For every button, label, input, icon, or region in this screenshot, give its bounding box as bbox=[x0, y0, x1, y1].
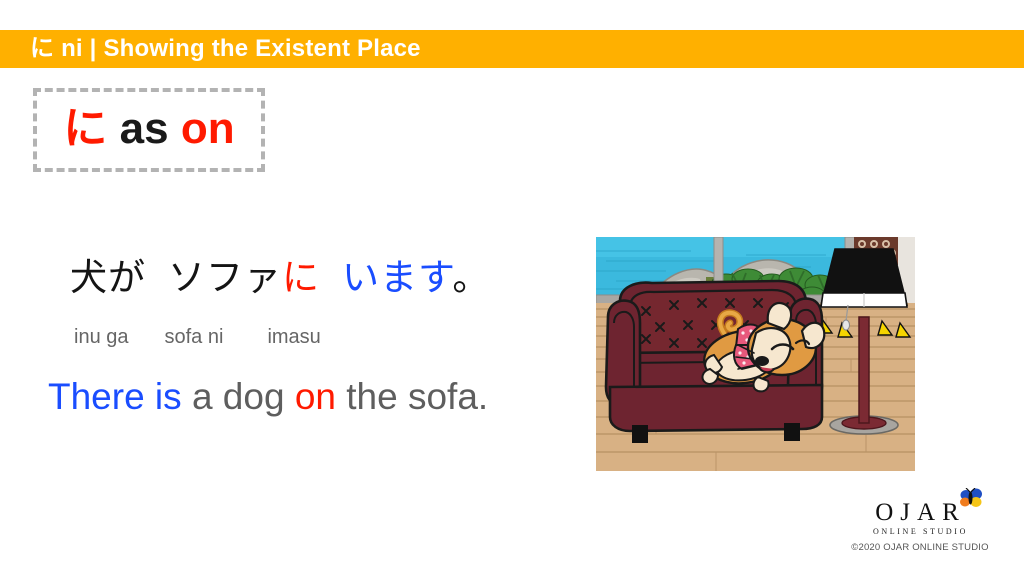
japanese-subject: 犬が bbox=[70, 257, 146, 298]
copyright-text: ©2020 OJAR ONLINE STUDIO bbox=[851, 542, 989, 553]
romaji-subject: inu ga bbox=[74, 326, 129, 348]
romaji-place: sofa ni bbox=[164, 326, 224, 348]
japanese-place: ソファ bbox=[168, 257, 282, 298]
japanese-verb: います bbox=[342, 257, 453, 298]
english-verb-phrase: There is bbox=[48, 376, 182, 417]
logo-subtitle: ONLINE STUDIO bbox=[873, 527, 968, 536]
japanese-particle-ni: に bbox=[282, 257, 320, 298]
topic-connector: as bbox=[119, 104, 169, 153]
butterfly-icon bbox=[958, 487, 984, 510]
english-subject: a dog bbox=[191, 376, 285, 417]
japanese-period: 。 bbox=[452, 257, 491, 298]
ojar-logo: OJAR ONLINE STUDIO bbox=[845, 487, 990, 536]
topic-meaning: on bbox=[180, 104, 235, 153]
english-preposition: on bbox=[294, 376, 336, 417]
topic-particle: に bbox=[63, 104, 108, 153]
japanese-sentence: 犬が ソファに います。 bbox=[70, 257, 491, 299]
romaji-line: inu ga sofa ni imasu bbox=[74, 326, 321, 348]
english-object: the sofa. bbox=[346, 376, 489, 417]
english-translation: There is a dog on the sofa. bbox=[48, 376, 489, 418]
header-bar: に ni | Showing the Existent Place bbox=[0, 30, 1024, 68]
page-title: に ni | Showing the Existent Place bbox=[30, 35, 421, 62]
lesson-topic-text: に as on bbox=[63, 107, 234, 151]
dog-on-sofa-illustration bbox=[596, 237, 915, 471]
lesson-topic-box: に as on bbox=[33, 88, 265, 172]
romaji-verb: imasu bbox=[267, 326, 321, 348]
slide: に ni | Showing the Existent Place に as o… bbox=[0, 0, 1024, 580]
